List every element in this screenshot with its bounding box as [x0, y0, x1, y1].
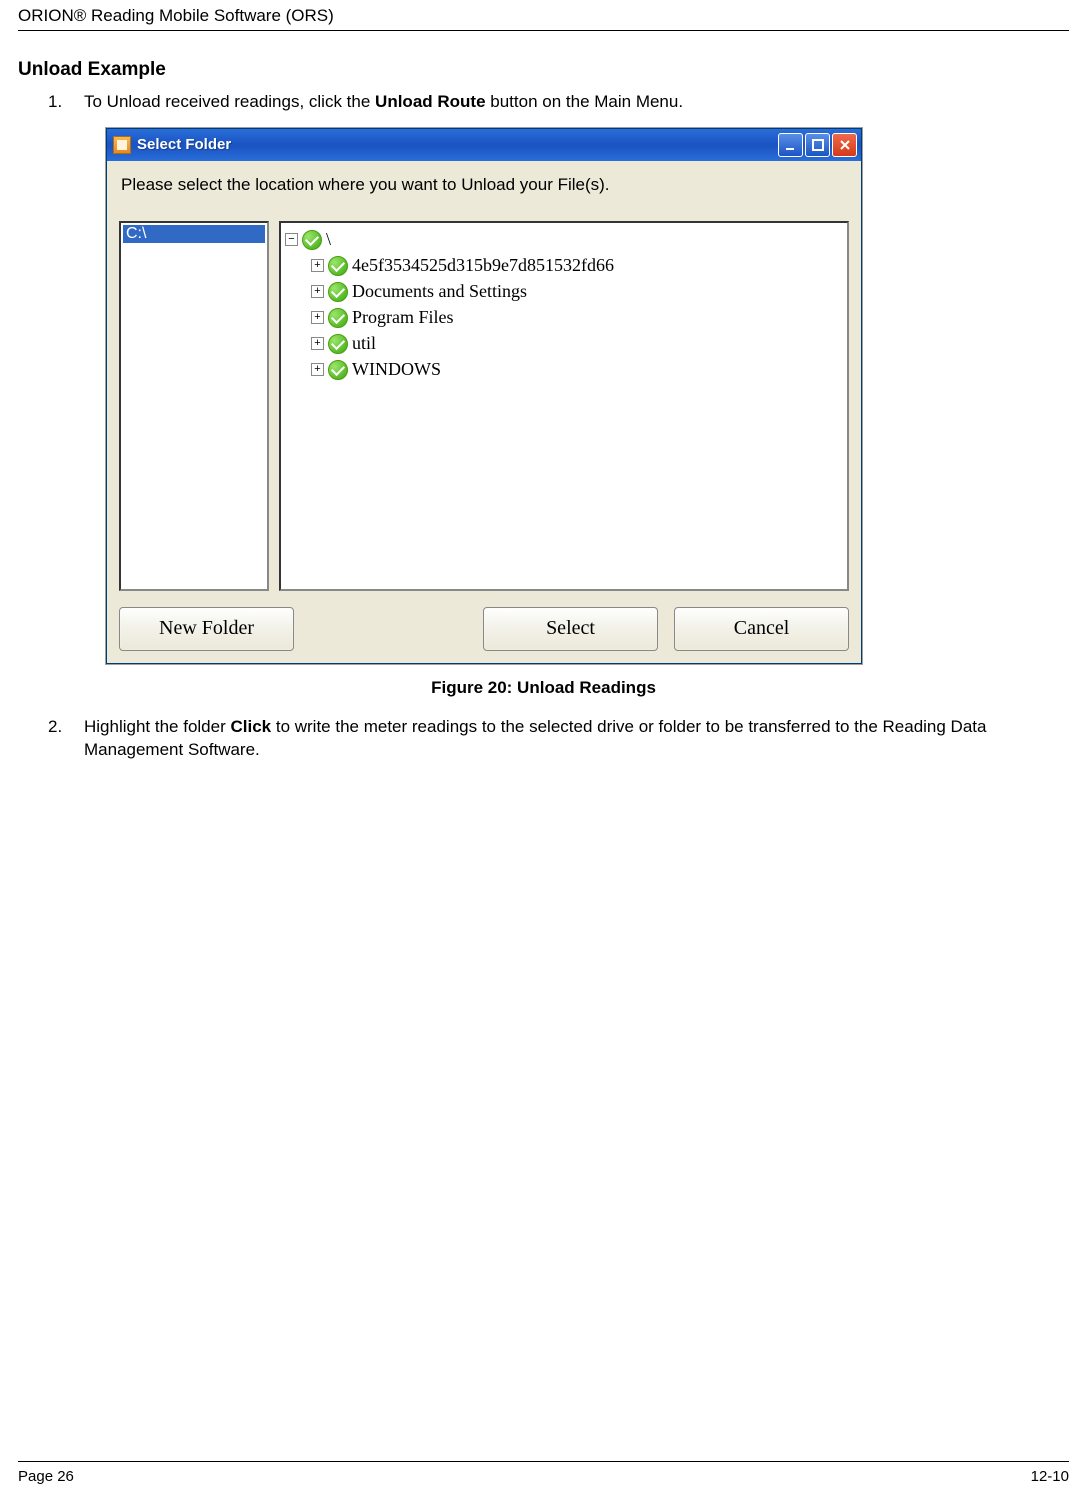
- step-1-pre: To Unload received readings, click the: [84, 92, 375, 111]
- step-1-post: button on the Main Menu.: [486, 92, 684, 111]
- tree-node-label: WINDOWS: [352, 359, 441, 380]
- expand-icon[interactable]: +: [311, 311, 324, 324]
- folder-check-icon: [328, 360, 348, 380]
- expand-icon[interactable]: +: [311, 259, 324, 272]
- tree-root-label: \: [326, 229, 331, 250]
- minimize-button[interactable]: [778, 133, 803, 157]
- drive-listbox[interactable]: C:\: [119, 221, 269, 591]
- footer-page-number: Page 26: [18, 1468, 74, 1485]
- step-2-text: Highlight the folder Click to write the …: [84, 716, 1069, 762]
- tree-node[interactable]: + util: [285, 331, 843, 357]
- step-1-number: 1.: [48, 91, 66, 114]
- folder-tree[interactable]: − \ + 4e5f3534525d315b9e7d851532fd66 +: [279, 221, 849, 591]
- step-1: 1. To Unload received readings, click th…: [48, 91, 1069, 114]
- step-1-text: To Unload received readings, click the U…: [84, 91, 683, 114]
- folder-check-icon: [328, 334, 348, 354]
- titlebar[interactable]: Select Folder: [107, 129, 861, 161]
- figure-screenshot: Select Folder Please select the location…: [106, 128, 1069, 664]
- expand-icon[interactable]: +: [311, 363, 324, 376]
- select-folder-dialog: Select Folder Please select the location…: [106, 128, 862, 664]
- footer-doc-code: 12-10: [1031, 1468, 1069, 1485]
- tree-node[interactable]: + Documents and Settings: [285, 279, 843, 305]
- tree-node-label: Documents and Settings: [352, 281, 527, 302]
- select-button[interactable]: Select: [483, 607, 658, 651]
- tree-root[interactable]: − \: [285, 227, 843, 253]
- close-button[interactable]: [832, 133, 857, 157]
- tree-node-label: util: [352, 333, 376, 354]
- collapse-icon[interactable]: −: [285, 233, 298, 246]
- step-1-bold: Unload Route: [375, 92, 486, 111]
- dialog-prompt: Please select the location where you wan…: [121, 175, 849, 195]
- step-2: 2. Highlight the folder Click to write t…: [48, 716, 1069, 762]
- tree-node[interactable]: + Program Files: [285, 305, 843, 331]
- doc-header: ORION® Reading Mobile Software (ORS): [18, 0, 1069, 31]
- folder-check-icon: [328, 308, 348, 328]
- tree-node[interactable]: + WINDOWS: [285, 357, 843, 383]
- window-icon: [113, 136, 131, 154]
- folder-check-icon: [328, 256, 348, 276]
- tree-node-label: Program Files: [352, 307, 454, 328]
- expand-icon[interactable]: +: [311, 337, 324, 350]
- section-title: Unload Example: [18, 59, 1069, 81]
- expand-icon[interactable]: +: [311, 285, 324, 298]
- tree-node-label: 4e5f3534525d315b9e7d851532fd66: [352, 255, 614, 276]
- cancel-button[interactable]: Cancel: [674, 607, 849, 651]
- drive-item-selected[interactable]: C:\: [123, 225, 265, 243]
- step-2-number: 2.: [48, 716, 66, 762]
- folder-check-icon: [328, 282, 348, 302]
- figure-caption: Figure 20: Unload Readings: [18, 678, 1069, 698]
- step-2-bold: Click: [230, 717, 271, 736]
- new-folder-button[interactable]: New Folder: [119, 607, 294, 651]
- maximize-button[interactable]: [805, 133, 830, 157]
- step-2-pre: Highlight the folder: [84, 717, 230, 736]
- page-footer: Page 26 12-10: [18, 1461, 1069, 1485]
- folder-check-icon: [302, 230, 322, 250]
- window-title: Select Folder: [137, 136, 778, 153]
- tree-node[interactable]: + 4e5f3534525d315b9e7d851532fd66: [285, 253, 843, 279]
